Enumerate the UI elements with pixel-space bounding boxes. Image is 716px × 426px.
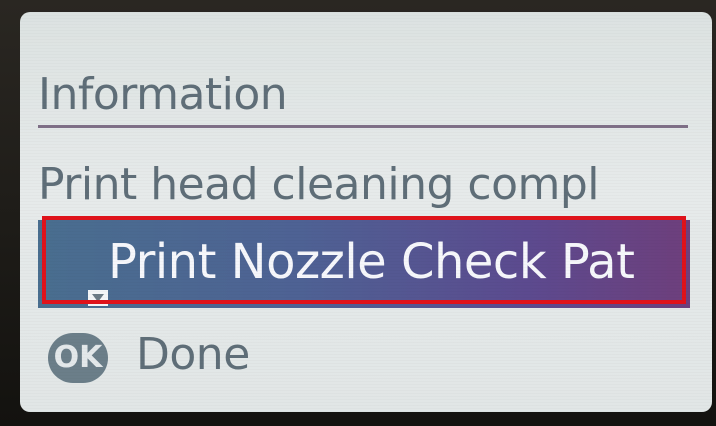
title-divider — [38, 125, 688, 128]
page-title: Information — [38, 69, 288, 120]
printer-lcd-screen: Information Print head cleaning compl Pr… — [20, 12, 712, 412]
ok-button-icon[interactable]: OK — [48, 333, 108, 383]
status-message: Print head cleaning compl — [38, 159, 600, 210]
selection-callout-frame — [42, 216, 686, 304]
done-label: Done — [136, 329, 250, 380]
